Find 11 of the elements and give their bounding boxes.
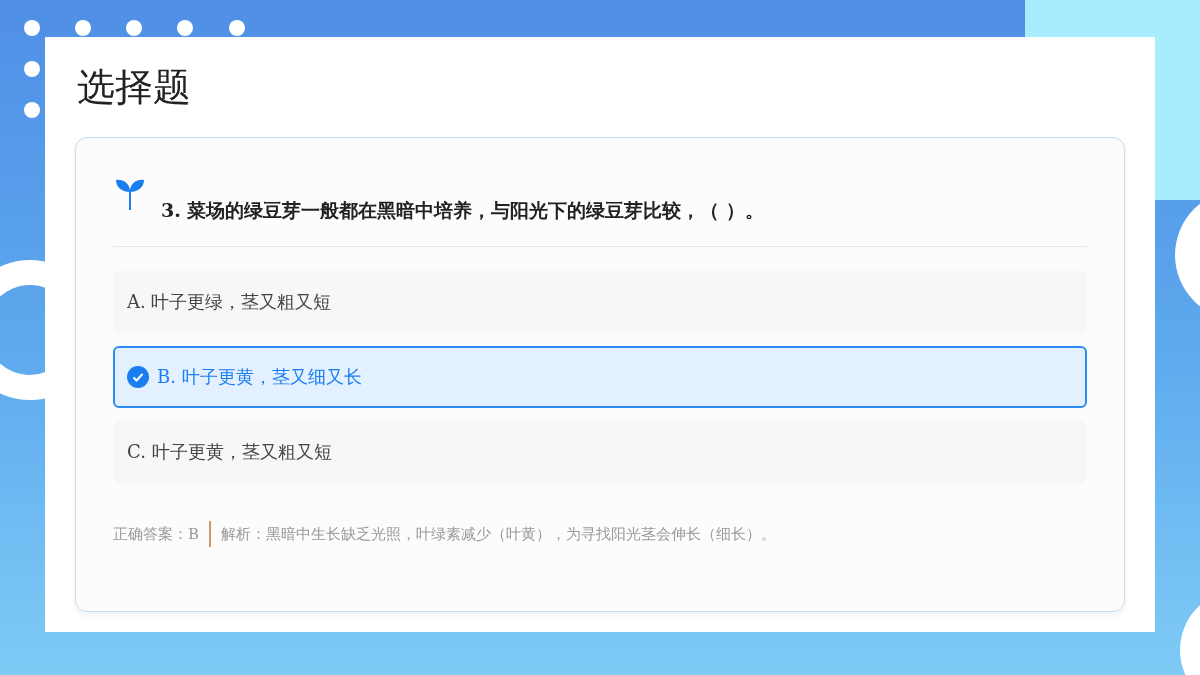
answer-option[interactable]: A. 叶子更绿，茎又粗又短 <box>113 271 1087 333</box>
decor-dot <box>24 61 40 77</box>
decor-dot <box>24 20 40 36</box>
question-text: 3. 菜场的绿豆芽一般都在黑暗中培养，与阳光下的绿豆芽比较，（ ）。 <box>161 198 765 223</box>
analysis-text: 解析：黑暗中生长缺乏光照，叶绿素减少（叶黄），为寻找阳光茎会伸长（细长）。 <box>221 524 777 544</box>
check-icon <box>127 366 149 388</box>
correct-answer: 正确答案：B <box>113 524 200 544</box>
slide-title: 选择题 <box>77 64 192 111</box>
answer-option[interactable]: C. 叶子更黄，茎又粗又短 <box>113 421 1087 483</box>
sprout-icon <box>113 178 147 210</box>
decor-dot <box>24 102 40 118</box>
